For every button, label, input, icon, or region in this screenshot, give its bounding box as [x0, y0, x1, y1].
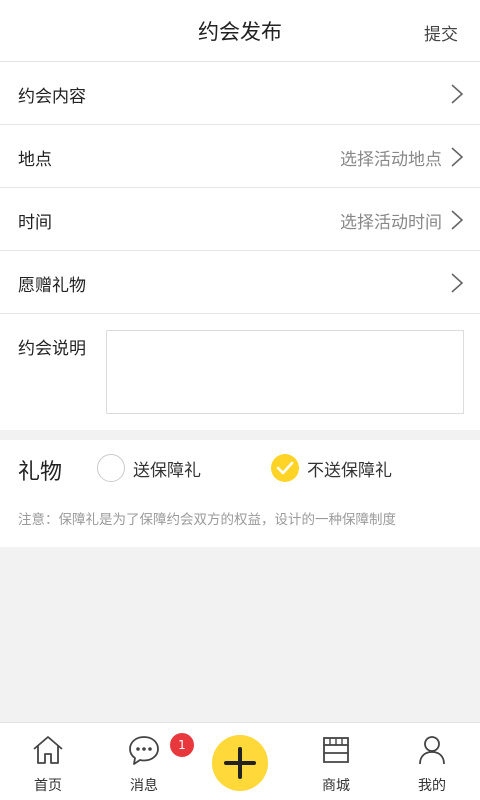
chevron-right-icon — [451, 210, 464, 230]
chevron-right-icon — [451, 84, 464, 104]
gift-wish-row[interactable]: 愿赠礼物 — [0, 251, 480, 314]
tab-shop[interactable]: 商城 — [288, 723, 384, 800]
publish-plus-button[interactable] — [212, 735, 268, 791]
checkmark-icon — [276, 461, 294, 475]
tab-profile-label: 我的 — [418, 778, 446, 794]
tab-messages-label: 消息 — [130, 778, 158, 794]
time-label: 时间 — [18, 213, 52, 233]
description-input[interactable] — [106, 330, 464, 414]
radio-no-gift[interactable]: 不送保障礼 — [271, 454, 392, 482]
radio-no-gift-label: 不送保障礼 — [307, 460, 392, 481]
tab-home[interactable]: 首页 — [0, 723, 96, 800]
time-row[interactable]: 时间 选择活动时间 — [0, 188, 480, 251]
radio-checked-icon — [271, 454, 299, 482]
chevron-right-icon — [451, 273, 464, 293]
time-value: 选择活动时间 — [340, 213, 442, 233]
plus-icon — [224, 747, 256, 779]
content-row[interactable]: 约会内容 — [0, 62, 480, 125]
home-icon — [33, 736, 63, 764]
radio-unchecked-icon — [97, 454, 125, 482]
app-header: 约会发布 提交 — [0, 0, 480, 62]
tab-home-label: 首页 — [34, 778, 62, 794]
location-row[interactable]: 地点 选择活动地点 — [0, 125, 480, 188]
tab-shop-label: 商城 — [322, 778, 350, 794]
gift-section: 礼物 送保障礼 不送保障礼 注意：保障礼是为了保障约会双方的权益，设计的一种保障… — [0, 440, 480, 547]
gift-wish-label: 愿赠礼物 — [18, 276, 86, 296]
date-form: 约会内容 地点 选择活动地点 时间 选择活动时间 愿赠礼物 约会说明 — [0, 62, 480, 430]
content-label: 约会内容 — [18, 87, 86, 107]
location-label: 地点 — [18, 150, 52, 170]
description-label: 约会说明 — [18, 339, 86, 359]
gift-label: 礼物 — [18, 460, 63, 485]
submit-button[interactable]: 提交 — [424, 20, 458, 45]
radio-send-gift-label: 送保障礼 — [133, 460, 201, 481]
tab-profile[interactable]: 我的 — [384, 723, 480, 800]
profile-icon — [419, 736, 445, 765]
chevron-right-icon — [451, 147, 464, 167]
radio-send-gift[interactable]: 送保障礼 — [97, 454, 201, 482]
message-icon — [129, 736, 159, 765]
shop-icon — [323, 737, 349, 763]
gift-note: 注意：保障礼是为了保障约会双方的权益，设计的一种保障制度 — [18, 512, 396, 528]
page-title: 约会发布 — [198, 20, 282, 44]
bottom-tab-bar: 首页 消息 1 商城 我的 — [0, 722, 480, 800]
location-value: 选择活动地点 — [340, 150, 442, 170]
unread-badge: 1 — [170, 733, 194, 757]
description-row: 约会说明 — [0, 314, 480, 430]
